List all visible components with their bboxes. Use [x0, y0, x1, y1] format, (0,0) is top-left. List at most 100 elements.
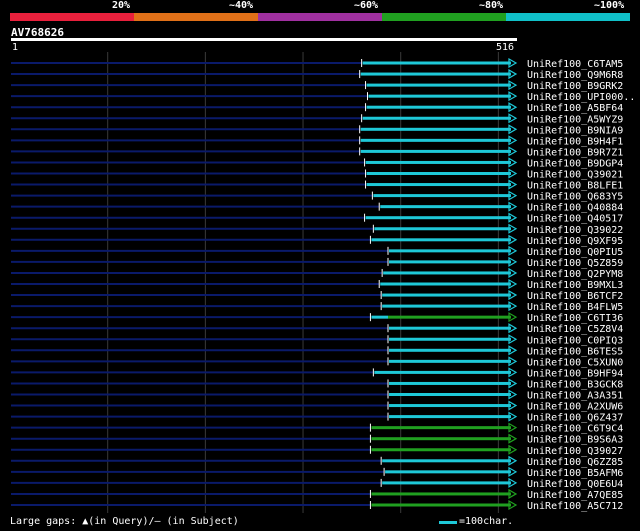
hit-bar — [380, 282, 511, 286]
hit-name-label[interactable]: UniRef100_B9HF94 — [527, 368, 623, 379]
hit-row[interactable]: UniRef100_Q9XF95 — [11, 234, 623, 247]
hit-row[interactable]: UniRef100_Q2PYM8 — [11, 267, 623, 280]
hit-row[interactable]: UniRef100_C5Z8V4 — [11, 323, 623, 335]
hit-row[interactable]: UniRef100_B8LFE1 — [11, 179, 623, 192]
hit-bar — [371, 437, 511, 441]
hit-bar — [382, 304, 511, 308]
hit-name-label[interactable]: UniRef100_C6T9C4 — [527, 424, 623, 435]
hit-row[interactable]: UniRef100_B9MXL3 — [11, 278, 623, 291]
hit-row[interactable]: UniRef100_A5WYZ9 — [11, 113, 623, 125]
hit-row[interactable]: UniRef100_A3A351 — [11, 389, 623, 402]
hit-name-label[interactable]: UniRef100_C6TI36 — [527, 313, 623, 324]
hit-bar — [371, 238, 511, 242]
hit-name-label[interactable]: UniRef100_Q0PIU5 — [527, 247, 623, 258]
hit-name-label[interactable]: UniRef100_B4FLW5 — [527, 302, 623, 313]
hit-name-label[interactable]: UniRef100_B9S6A3 — [527, 435, 623, 446]
hit-name-label[interactable]: UniRef100_A5WYZ9 — [527, 114, 623, 125]
hit-row[interactable]: UniRef100_B9HF94 — [11, 367, 623, 379]
hit-row[interactable]: UniRef100_Q6Z437 — [11, 411, 623, 424]
hit-row[interactable]: UniRef100_B9S6A3 — [11, 433, 623, 446]
hit-bar — [362, 116, 511, 120]
hit-row[interactable]: UniRef100_Q39027 — [11, 444, 623, 457]
hit-bar — [389, 359, 511, 363]
hit-bar — [389, 348, 511, 352]
blast-alignment-view: 20% ~40% ~60% ~80% ~100% AV768626 1 516 … — [0, 0, 640, 531]
hit-row[interactable]: UniRef100_Q40884 — [11, 201, 623, 214]
hit-name-label[interactable]: UniRef100_A2XUW6 — [527, 402, 623, 413]
hit-name-label[interactable]: UniRef100_B9DGP4 — [527, 158, 623, 169]
hit-row[interactable]: UniRef100_A2XUW6 — [11, 400, 623, 413]
hit-name-label[interactable]: UniRef100_Q40884 — [527, 203, 623, 214]
hit-row[interactable]: UniRef100_B4FLW5 — [11, 301, 623, 313]
hit-row[interactable]: UniRef100_B6TES5 — [11, 345, 623, 357]
hit-name-label[interactable]: UniRef100_B6TCF2 — [527, 291, 623, 302]
hit-name-label[interactable]: UniRef100_C5XUN0 — [527, 357, 623, 368]
hit-row[interactable]: UniRef100_B6TCF2 — [11, 290, 623, 302]
hit-bar — [371, 426, 511, 430]
hit-name-label[interactable]: UniRef100_B9NIA9 — [527, 125, 623, 136]
hit-row[interactable]: UniRef100_A5BF64 — [11, 102, 623, 114]
hit-row[interactable]: UniRef100_Q39022 — [11, 223, 623, 236]
hit-name-label[interactable]: UniRef100_Q683Y5 — [527, 192, 623, 203]
hit-bar — [374, 227, 511, 231]
hit-name-label[interactable]: UniRef100_UPI000.. — [527, 92, 635, 103]
hit-name-label[interactable]: UniRef100_A5BF64 — [527, 103, 623, 114]
hit-row[interactable]: UniRef100_C5XUN0 — [11, 356, 623, 368]
hit-name-label[interactable]: UniRef100_B9H4F1 — [527, 136, 623, 147]
hit-name-label[interactable]: UniRef100_B3GCK8 — [527, 379, 623, 390]
hit-row[interactable]: UniRef100_Q6ZZ85 — [11, 455, 623, 468]
hit-row[interactable]: UniRef100_B9NIA9 — [11, 124, 623, 136]
hit-name-label[interactable]: UniRef100_Q39027 — [527, 446, 623, 457]
hit-name-label[interactable]: UniRef100_B5AFM6 — [527, 468, 623, 479]
alignment-hits-chart: UniRef100_C6TAM5UniRef100_Q9M6R8UniRef10… — [11, 52, 635, 513]
hit-name-label[interactable]: UniRef100_C5Z8V4 — [527, 324, 623, 335]
hit-row[interactable]: UniRef100_B9DGP4 — [11, 157, 623, 169]
hit-row[interactable]: UniRef100_B5AFM6 — [11, 466, 623, 479]
hit-name-label[interactable]: UniRef100_Q0E6U4 — [527, 479, 623, 490]
hit-name-label[interactable]: UniRef100_B9R7Z1 — [527, 147, 623, 158]
hit-row[interactable]: UniRef100_A5C712 — [11, 499, 623, 512]
hit-bar — [380, 205, 511, 209]
hit-row[interactable]: UniRef100_C6TI36 — [11, 312, 623, 324]
hit-row[interactable]: UniRef100_Q0PIU5 — [11, 245, 623, 258]
hit-row[interactable]: UniRef100_C0PIQ3 — [11, 334, 623, 346]
hit-row[interactable]: UniRef100_Q9M6R8 — [11, 69, 623, 81]
hit-name-label[interactable]: UniRef100_Q39021 — [527, 170, 623, 181]
hit-name-label[interactable]: UniRef100_Q9M6R8 — [527, 70, 623, 81]
hit-row[interactable]: UniRef100_B9R7Z1 — [11, 146, 623, 158]
hit-name-label[interactable]: UniRef100_B9MXL3 — [527, 280, 623, 291]
hit-name-label[interactable]: UniRef100_A5C712 — [527, 501, 623, 512]
hit-row[interactable]: UniRef100_Q39021 — [11, 168, 623, 181]
hit-row[interactable]: UniRef100_C6TAM5 — [11, 57, 623, 70]
hit-name-label[interactable]: UniRef100_B6TES5 — [527, 346, 623, 357]
hit-name-label[interactable]: UniRef100_Q2PYM8 — [527, 269, 623, 280]
hit-bar — [389, 260, 511, 264]
hit-row[interactable]: UniRef100_UPI000.. — [11, 91, 635, 103]
hit-name-label[interactable]: UniRef100_B8LFE1 — [527, 181, 623, 192]
hit-name-label[interactable]: UniRef100_Q9XF95 — [527, 236, 623, 247]
hit-name-label[interactable]: UniRef100_Q40517 — [527, 214, 623, 225]
hit-name-label[interactable]: UniRef100_C6TAM5 — [527, 59, 623, 70]
hit-name-label[interactable]: UniRef100_C0PIQ3 — [527, 335, 623, 346]
hit-name-label[interactable]: UniRef100_A7QE85 — [527, 490, 623, 501]
scale-legend-swatch — [439, 521, 457, 524]
hit-row[interactable]: UniRef100_Q40517 — [11, 212, 623, 225]
hit-row[interactable]: UniRef100_B9H4F1 — [11, 135, 623, 147]
hit-name-label[interactable]: UniRef100_Q5Z859 — [527, 258, 623, 269]
hit-bar — [389, 249, 511, 253]
hit-name-label[interactable]: UniRef100_Q39022 — [527, 225, 623, 236]
hit-bar — [385, 470, 511, 474]
hit-row[interactable]: UniRef100_B9GRK2 — [11, 80, 623, 92]
hit-row[interactable]: UniRef100_Q0E6U4 — [11, 477, 623, 490]
hit-row[interactable]: UniRef100_B3GCK8 — [11, 378, 623, 390]
hit-row[interactable]: UniRef100_A7QE85 — [11, 488, 623, 501]
hit-row[interactable]: UniRef100_Q5Z859 — [11, 256, 623, 269]
hit-bar — [373, 194, 511, 198]
hit-name-label[interactable]: UniRef100_B9GRK2 — [527, 81, 623, 92]
hit-bar — [389, 393, 511, 396]
hit-name-label[interactable]: UniRef100_Q6ZZ85 — [527, 457, 623, 468]
hit-name-label[interactable]: UniRef100_Q6Z437 — [527, 413, 623, 424]
hit-row[interactable]: UniRef100_Q683Y5 — [11, 190, 623, 203]
hit-row[interactable]: UniRef100_C6T9C4 — [11, 422, 623, 435]
hit-name-label[interactable]: UniRef100_A3A351 — [527, 391, 623, 402]
